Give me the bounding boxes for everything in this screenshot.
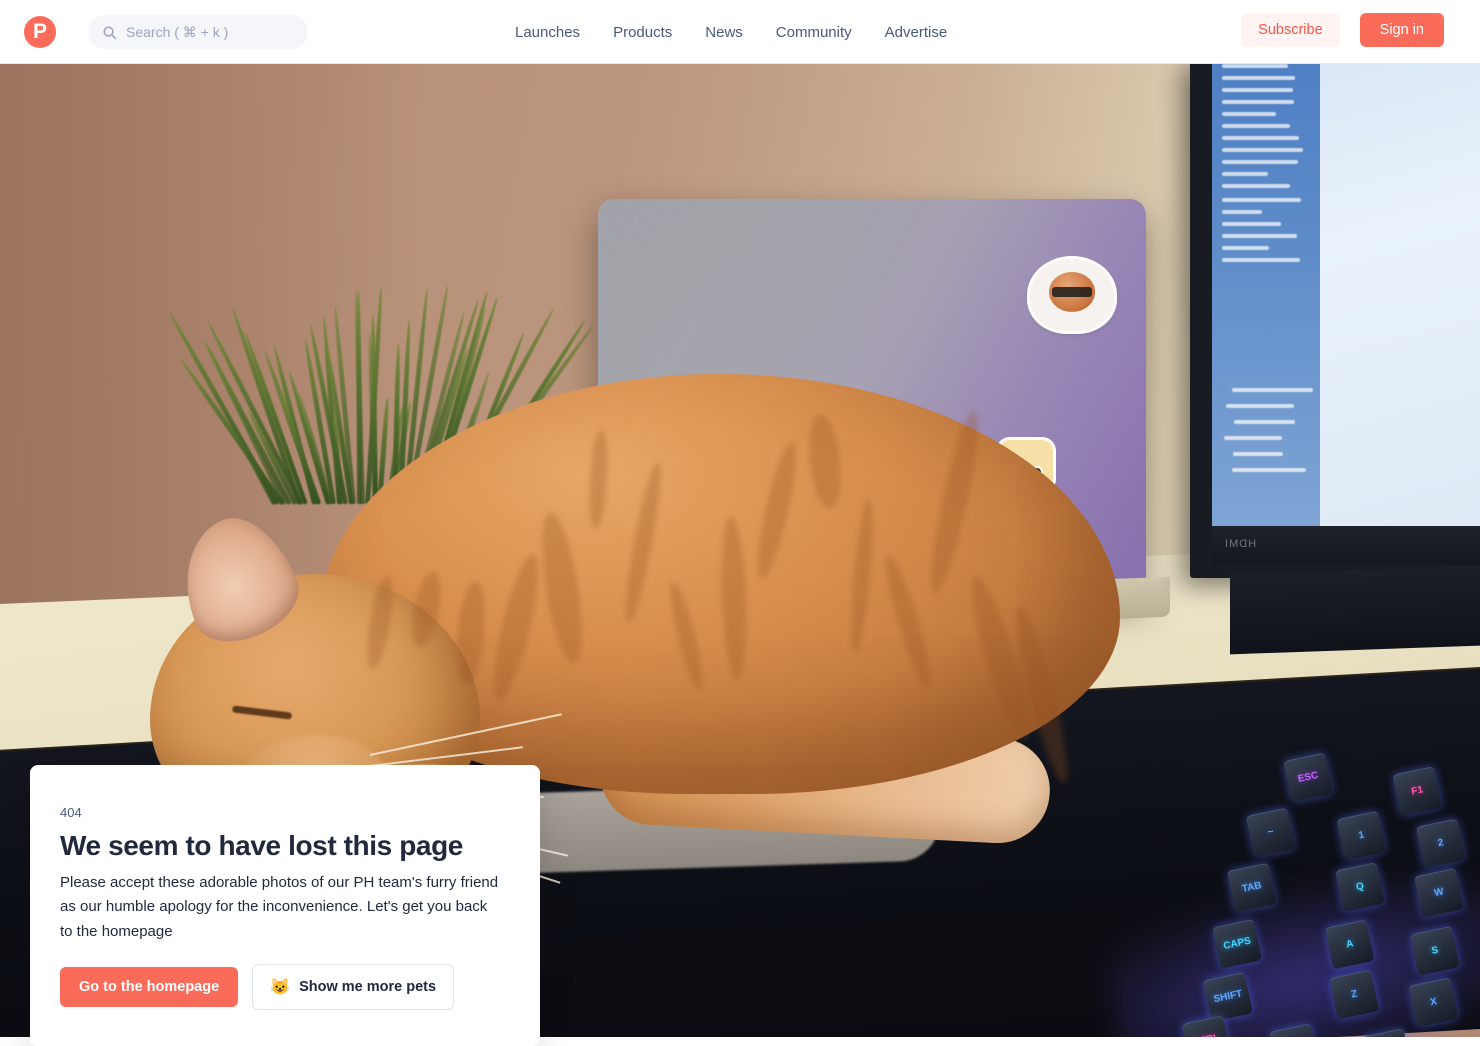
monitor-text-row — [1222, 88, 1293, 92]
monitor-screen — [1212, 64, 1480, 526]
search-icon — [102, 25, 117, 40]
site-header: P Launches Products News Community Adver… — [0, 0, 1480, 64]
nav-item-products[interactable]: Products — [613, 24, 672, 41]
keyboard-key-label: 2 — [1419, 834, 1462, 853]
error-card-actions: Go to the homepage 😺 Show me more pets — [60, 964, 500, 1010]
keyboard-key-label: F1 — [1396, 781, 1439, 800]
cat-face-icon: 😺 — [270, 977, 290, 997]
monitor-sidebar-panel — [1212, 64, 1320, 526]
monitor-text-row — [1222, 184, 1290, 188]
keyboard-key: 2 — [1416, 818, 1466, 868]
monitor-text-row — [1222, 172, 1268, 176]
keyboard-key-label: 1 — [1340, 826, 1383, 845]
monitor-text-row — [1234, 420, 1295, 424]
monitor-text-row — [1222, 160, 1298, 164]
keyboard-key: SHIFT — [1203, 972, 1253, 1022]
monitor-text-row — [1222, 258, 1300, 262]
keyboard-key-label: ~ — [1249, 823, 1292, 842]
keyboard-key: 1 — [1336, 811, 1386, 861]
keyboard-key-label: ESC — [1286, 768, 1329, 787]
nav-item-news[interactable]: News — [705, 24, 743, 41]
monitor-text-row — [1222, 222, 1281, 226]
keyboard-key: F1 — [1392, 766, 1442, 816]
show-more-pets-button[interactable]: 😺 Show me more pets — [252, 964, 454, 1010]
cat-sticker-glasses — [1052, 287, 1092, 297]
search-box[interactable] — [88, 15, 308, 49]
keyboard-key: Q — [1335, 862, 1385, 912]
monitor-text-row — [1222, 100, 1294, 104]
product-hunt-logo[interactable]: P — [24, 16, 56, 48]
keyboard-key-label: Z — [1333, 985, 1376, 1004]
monitor-text-row — [1233, 452, 1283, 456]
monitor-text-row — [1232, 468, 1305, 472]
keyboard-key-label: W — [1417, 883, 1460, 902]
keyboard-key-label: SHIFT — [1206, 987, 1249, 1006]
error-code: 404 — [60, 805, 500, 820]
keyboard-key-label: CAPS — [1215, 934, 1258, 953]
keyboard-key: A — [1325, 919, 1375, 969]
keyboard-key: CAPS — [1212, 919, 1262, 969]
page-title: We seem to have lost this page — [60, 830, 500, 862]
keyboard-key-label: X — [1412, 992, 1455, 1011]
monitor-stand — [1230, 566, 1480, 655]
keyboard-key-label: Q — [1338, 877, 1381, 896]
show-more-pets-label: Show me more pets — [299, 979, 436, 995]
cat-sticker — [1030, 259, 1114, 331]
nav-item-community[interactable]: Community — [776, 24, 852, 41]
nav-item-advertise[interactable]: Advertise — [885, 24, 948, 41]
keyboard-key: S — [1410, 926, 1460, 976]
external-monitor: HDMI — [1190, 64, 1480, 578]
keyboard-key-label: TAB — [1230, 878, 1273, 897]
primary-nav: Launches Products News Community Adverti… — [515, 0, 947, 64]
monitor-text-row — [1222, 136, 1299, 140]
monitor-text-row — [1226, 404, 1293, 408]
monitor-text-row — [1222, 234, 1297, 238]
monitor-text-row — [1222, 198, 1301, 202]
subscribe-button[interactable]: Subscribe — [1241, 13, 1339, 47]
error-card: 404 We seem to have lost this page Pleas… — [30, 765, 540, 1046]
nav-item-launches[interactable]: Launches — [515, 24, 580, 41]
keyboard-key: Z — [1329, 970, 1379, 1020]
monitor-text-row — [1232, 388, 1313, 392]
header-actions: Subscribe Sign in — [1241, 13, 1444, 47]
keyboard-key: X — [1409, 977, 1459, 1027]
keyboard-key-label: A — [1328, 935, 1371, 954]
monitor-text-row — [1224, 436, 1283, 440]
monitor-hdmi-label: HDMI — [1224, 538, 1256, 550]
search-input[interactable] — [126, 24, 306, 40]
error-description: Please accept these adorable photos of o… — [60, 871, 500, 944]
monitor-text-row — [1222, 246, 1269, 250]
monitor-text-row — [1222, 148, 1303, 152]
monitor-text-row — [1222, 64, 1288, 68]
keyboard-key-label: S — [1413, 941, 1456, 960]
monitor-text-row — [1222, 76, 1295, 80]
go-to-homepage-button[interactable]: Go to the homepage — [60, 967, 238, 1007]
monitor-text-row — [1222, 210, 1262, 214]
keyboard-key: ~ — [1246, 807, 1296, 857]
monitor-text-row — [1222, 124, 1290, 128]
monitor-text-row — [1222, 112, 1276, 116]
sign-in-button[interactable]: Sign in — [1360, 13, 1444, 47]
keyboard-key-label: CTRL — [1185, 1031, 1228, 1037]
keyboard-key: ESC — [1283, 752, 1333, 802]
keyboard-key: TAB — [1227, 863, 1277, 913]
keyboard-key: W — [1414, 868, 1464, 918]
